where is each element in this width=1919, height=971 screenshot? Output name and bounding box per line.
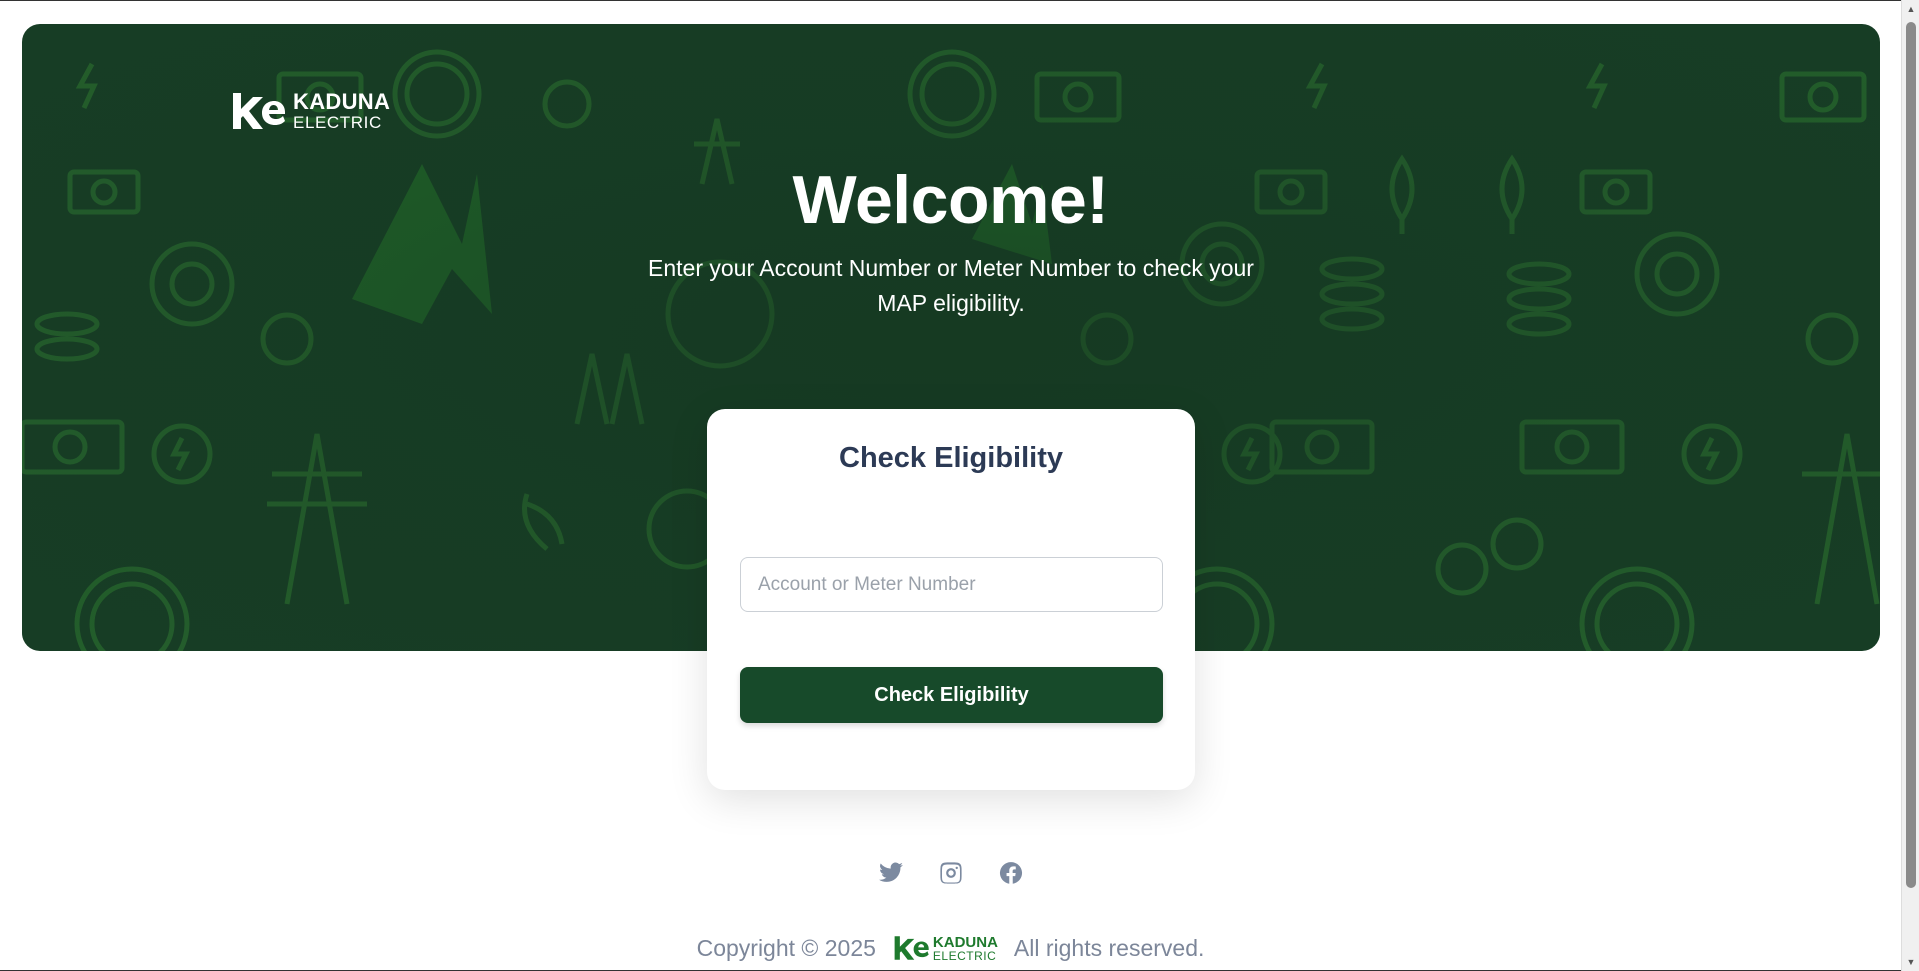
eligibility-card: Check Eligibility Check Eligibility <box>707 409 1195 790</box>
footer-logo: KADUNA ELECTRIC <box>892 933 998 963</box>
twitter-icon <box>878 862 903 882</box>
scroll-down-arrow-icon[interactable]: ▼ <box>1902 953 1919 971</box>
kaduna-electric-logo[interactable]: KADUNA ELECTRIC <box>229 89 390 133</box>
scroll-up-arrow-icon[interactable]: ▲ <box>1902 0 1919 18</box>
social-links <box>0 858 1901 888</box>
instagram-link[interactable] <box>936 858 966 888</box>
ke-logo-mark-icon <box>233 93 285 129</box>
footer-logo-bottom: ELECTRIC <box>932 948 997 963</box>
logo-name-bottom: ELECTRIC <box>293 113 382 132</box>
page-subtitle: Enter your Account Number or Meter Numbe… <box>648 255 1254 316</box>
check-eligibility-button[interactable]: Check Eligibility <box>740 667 1163 723</box>
footer-logo-top: KADUNA <box>932 933 998 951</box>
scrollbar-thumb[interactable] <box>1906 22 1916 888</box>
copyright-text: Copyright © 2025 <box>696 934 876 961</box>
page-title: Welcome! <box>792 162 1109 238</box>
rights-text: All rights reserved. <box>1013 934 1205 961</box>
card-title: Check Eligibility <box>839 442 1063 474</box>
page: KADUNA ELECTRIC Welcome! Enter your Acco… <box>0 0 1901 971</box>
instagram-icon <box>939 862 962 884</box>
ke-logo-mark-icon <box>894 936 929 960</box>
twitter-link[interactable] <box>876 858 906 888</box>
facebook-link[interactable] <box>996 858 1026 888</box>
footer: Copyright © 2025 KADUNA ELECTRIC All rig… <box>0 933 1901 963</box>
account-meter-number-input[interactable] <box>740 557 1163 612</box>
vertical-scrollbar[interactable]: ▲ ▼ <box>1901 0 1919 971</box>
facebook-icon <box>999 862 1022 884</box>
logo-name-top: KADUNA <box>293 89 391 114</box>
